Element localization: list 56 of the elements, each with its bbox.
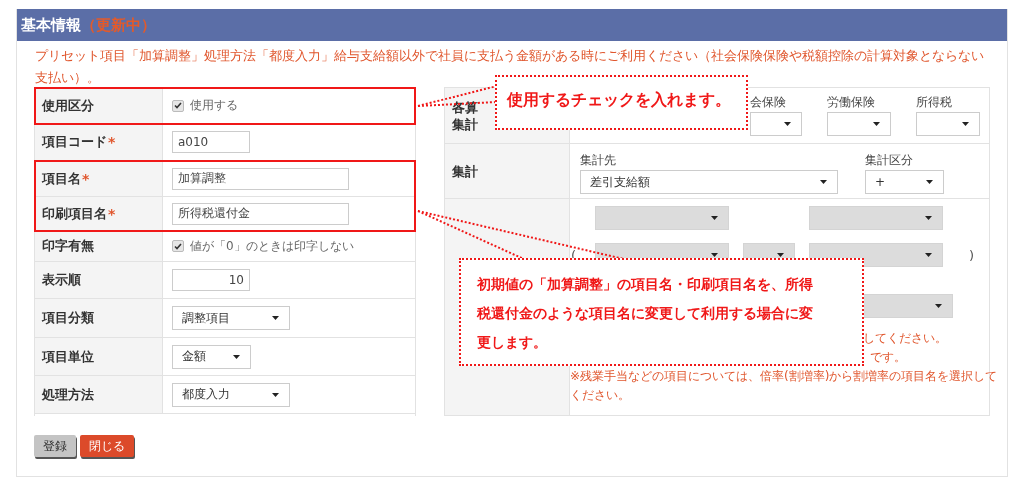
caret-icon: [784, 122, 791, 126]
field-label: 表示順: [42, 271, 81, 289]
checkbox-label: 値が「0」のときは印字しない: [190, 237, 354, 255]
checkbox-label: 使用する: [190, 97, 238, 114]
input-field[interactable]: 所得税還付金: [172, 202, 349, 225]
dropdown[interactable]: 金額: [172, 344, 251, 369]
checkbox[interactable]: [172, 240, 184, 252]
required-mark: *: [82, 170, 90, 187]
field-label: 集計先: [580, 152, 617, 168]
note-text: です。: [869, 349, 907, 366]
dropdown[interactable]: 差引支給額: [580, 170, 838, 194]
caret-icon: [962, 122, 969, 126]
callout-text: 初期値の「加算調整」の項目名・印刷項目名を、所得税還付金のような項目名に変更して利用する場合に変更します。: [477, 275, 814, 352]
caret-icon: [873, 122, 880, 126]
required-mark: *: [108, 134, 116, 150]
input-field[interactable]: a010: [172, 131, 250, 153]
field-label: 項目コード: [42, 133, 107, 151]
column-label: 所得税: [916, 94, 953, 110]
column-label: 会保険: [750, 94, 787, 110]
field-label: 処理方法: [42, 385, 94, 404]
caret-icon: [925, 253, 932, 257]
panel-title: 基本情報: [21, 15, 81, 35]
caret-icon: [711, 216, 718, 220]
field-label: 印刷項目名: [42, 204, 107, 223]
row-label: 集計: [452, 162, 478, 180]
input-field[interactable]: 10: [172, 269, 250, 291]
field-label: 項目分類: [42, 309, 94, 327]
field-label: 集計区分: [865, 152, 914, 168]
input-field[interactable]: 加算調整: [172, 167, 349, 190]
caret-icon: [925, 216, 932, 220]
callout-text: 使用するチェックを入れます。: [507, 90, 732, 111]
caret-icon: [272, 392, 279, 397]
description-text: プリセット項目「加算調整」処理方法「都度入力」給与支給額以外で社員に支払う金額がある時にご利用ください（社会保険保険や税額控除の計算対象とならない支払い）。: [34, 47, 985, 87]
row-label: 各算: [452, 98, 478, 116]
caret-icon: [935, 304, 942, 308]
note-text: してください。: [862, 330, 948, 347]
column-label: 労働保険: [827, 94, 876, 110]
dropdown[interactable]: 都度入力: [172, 382, 290, 407]
register-button[interactable]: 登録: [34, 435, 76, 457]
field-label: 使用区分: [42, 96, 94, 115]
required-mark: *: [108, 205, 116, 222]
field-label: 印字有無: [42, 237, 94, 255]
field-label: 項目名: [42, 169, 81, 188]
field-label: 項目単位: [42, 347, 94, 366]
caret-icon: [820, 180, 827, 184]
note-text: ※残業手当などの項目については、倍率(割増率)から割増率の項目名を選択してください。: [570, 368, 999, 404]
caret-icon: [272, 316, 279, 320]
caret-icon: [926, 180, 933, 184]
dropdown[interactable]: 調整項目: [172, 306, 290, 330]
status-label: （更新中）: [81, 15, 156, 35]
paren: ): [969, 247, 975, 263]
row-label: 集計: [452, 115, 478, 133]
caret-icon: [233, 354, 240, 359]
dropdown[interactable]: +: [865, 170, 944, 194]
close-button[interactable]: 閉じる: [80, 435, 134, 457]
checkbox[interactable]: [172, 99, 184, 112]
